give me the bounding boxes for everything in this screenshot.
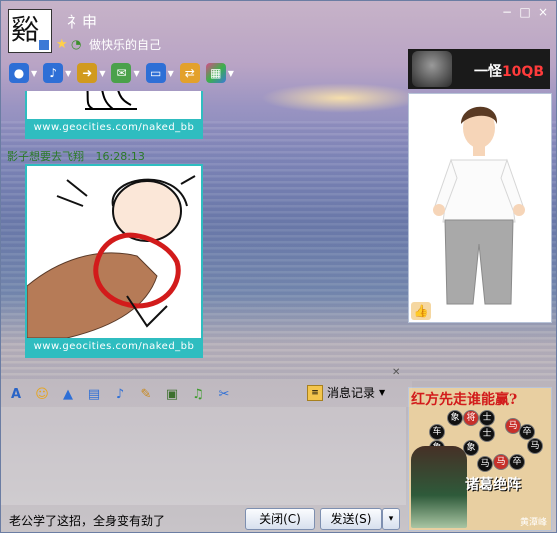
game-title: 红方先走谁能赢?: [411, 392, 518, 408]
file-transfer-icon: ➜: [77, 63, 98, 83]
chess-piece: 马: [493, 454, 509, 470]
chess-piece: 卒: [509, 454, 525, 470]
game-credit: 黄潭峰: [519, 518, 547, 528]
chess-piece: 车: [429, 424, 445, 440]
chess-piece: 将: [463, 410, 479, 426]
message-input[interactable]: [1, 407, 406, 505]
ad-face-image: [412, 51, 452, 87]
chevron-down-icon: ▼: [379, 388, 386, 397]
video-call-button[interactable]: ● ▼: [9, 63, 37, 83]
collapse-arrow-icon[interactable]: ✕: [392, 367, 400, 378]
screen-share-icon: ▭: [145, 63, 166, 83]
music-icon[interactable]: ♫: [189, 385, 207, 403]
chat-window: 谿 礻申 ★ ◔ 做快乐的自己 − □ × ● ▼ ♪ ▼ ➜ ▼ ✉ ▼ ▭ …: [0, 0, 557, 533]
maximize-button[interactable]: □: [518, 5, 532, 19]
chess-piece: 士: [479, 410, 495, 426]
chat-history[interactable]: www.geocities.com/naked_bb 影子想要去飞翔 16:28…: [1, 91, 406, 379]
chat-image-picture: [27, 91, 201, 119]
chess-piece: 士: [479, 426, 495, 442]
avatar-show-figure: [433, 106, 525, 305]
window-shake-icon[interactable]: ▤: [85, 385, 103, 403]
remote-assist-button[interactable]: ⇄: [179, 63, 200, 83]
chevron-down-icon: ▼: [133, 68, 140, 78]
history-label: 消息记录: [327, 386, 376, 400]
game-hero-image: [411, 446, 467, 528]
chess-piece: 象: [447, 410, 463, 426]
remote-assist-icon: ⇄: [179, 63, 200, 83]
sms-button[interactable]: ✉ ▼: [111, 63, 140, 83]
voice-call-button[interactable]: ♪ ▼: [43, 63, 71, 83]
apps-icon: ▦: [205, 63, 226, 83]
chevron-down-icon: ▼: [31, 68, 38, 78]
microphone-icon: ♪: [43, 63, 64, 83]
image-icon[interactable]: ▣: [163, 385, 181, 403]
avatar[interactable]: 谿: [8, 9, 52, 53]
emoji-icon[interactable]: ☺: [33, 385, 51, 403]
message-sender: 影子想要去飞翔: [7, 150, 84, 163]
chat-image[interactable]: www.geocities.com/naked_bb: [25, 91, 203, 139]
cartoon-feet-image: [85, 91, 137, 110]
chess-piece: 马: [527, 438, 543, 454]
star-icon: ★: [56, 37, 68, 52]
minimize-button[interactable]: −: [500, 5, 514, 19]
main-toolbar: ● ▼ ♪ ▼ ➜ ▼ ✉ ▼ ▭ ▼ ⇄ ▦ ▼: [3, 59, 413, 87]
thumbs-up-icon[interactable]: 👍: [411, 302, 431, 320]
image-caption: www.geocities.com/naked_bb: [33, 122, 195, 133]
game-ad-panel[interactable]: 红方先走谁能赢? 象 将 士 士 车 马 卒 象 马 砲 象 卒 卒 马 马 诸…: [408, 387, 552, 531]
chevron-down-icon: ▼: [167, 68, 174, 78]
ad-banner[interactable]: 一怪10QB: [408, 49, 550, 89]
cartoon-hand-image: [27, 175, 196, 338]
status-icon: ◔: [71, 37, 82, 51]
avatar-show-panel[interactable]: 👍: [408, 93, 552, 323]
file-transfer-button[interactable]: ➜ ▼: [77, 63, 105, 83]
screenshot-icon[interactable]: ✂: [215, 385, 233, 403]
send-options-button[interactable]: ▾: [382, 508, 400, 530]
chat-image-picture: [27, 166, 201, 338]
message-time: 16:28:13: [95, 150, 145, 163]
close-window-button[interactable]: ×: [536, 5, 550, 19]
contact-signature: 做快乐的自己: [89, 38, 162, 52]
chat-image[interactable]: www.geocities.com/naked_bb: [25, 164, 203, 358]
chess-piece: 马: [477, 456, 493, 472]
message-history-button[interactable]: ≡ 消息记录 ▼: [307, 384, 385, 401]
apps-button[interactable]: ▦ ▼: [205, 63, 234, 83]
message-header: 影子想要去飞翔 16:28:13: [7, 148, 145, 164]
window-controls: − □ ×: [500, 5, 550, 19]
online-badge-icon: [38, 39, 50, 51]
magic-icon[interactable]: ▲: [59, 385, 77, 403]
ad-text-highlight: 10QB: [501, 64, 544, 80]
message-input-text: 老公学了这招，全身变有劲了: [9, 514, 166, 528]
image-caption: www.geocities.com/naked_bb: [33, 341, 195, 352]
game-subtitle: 诸葛绝阵: [465, 477, 521, 493]
avatar-glyph: 谿: [11, 13, 40, 46]
history-icon: ≡: [307, 384, 323, 401]
ad-text-prefix: 一怪: [473, 64, 502, 80]
ad-text: 一怪10QB: [474, 61, 544, 81]
sms-icon: ✉: [111, 63, 132, 83]
video-icon: ●: [9, 63, 29, 83]
chevron-down-icon: ▼: [99, 68, 106, 78]
voice-icon[interactable]: ♪: [111, 385, 129, 403]
contact-name: 礻申: [67, 13, 98, 31]
close-button[interactable]: 关闭(C): [245, 508, 315, 530]
chevron-down-icon: ▼: [65, 68, 72, 78]
send-button[interactable]: 发送(S): [320, 508, 382, 530]
note-icon[interactable]: ✎: [137, 385, 155, 403]
chevron-down-icon: ▼: [227, 68, 234, 78]
screen-share-button[interactable]: ▭ ▼: [145, 63, 174, 83]
font-icon[interactable]: A: [7, 385, 25, 403]
